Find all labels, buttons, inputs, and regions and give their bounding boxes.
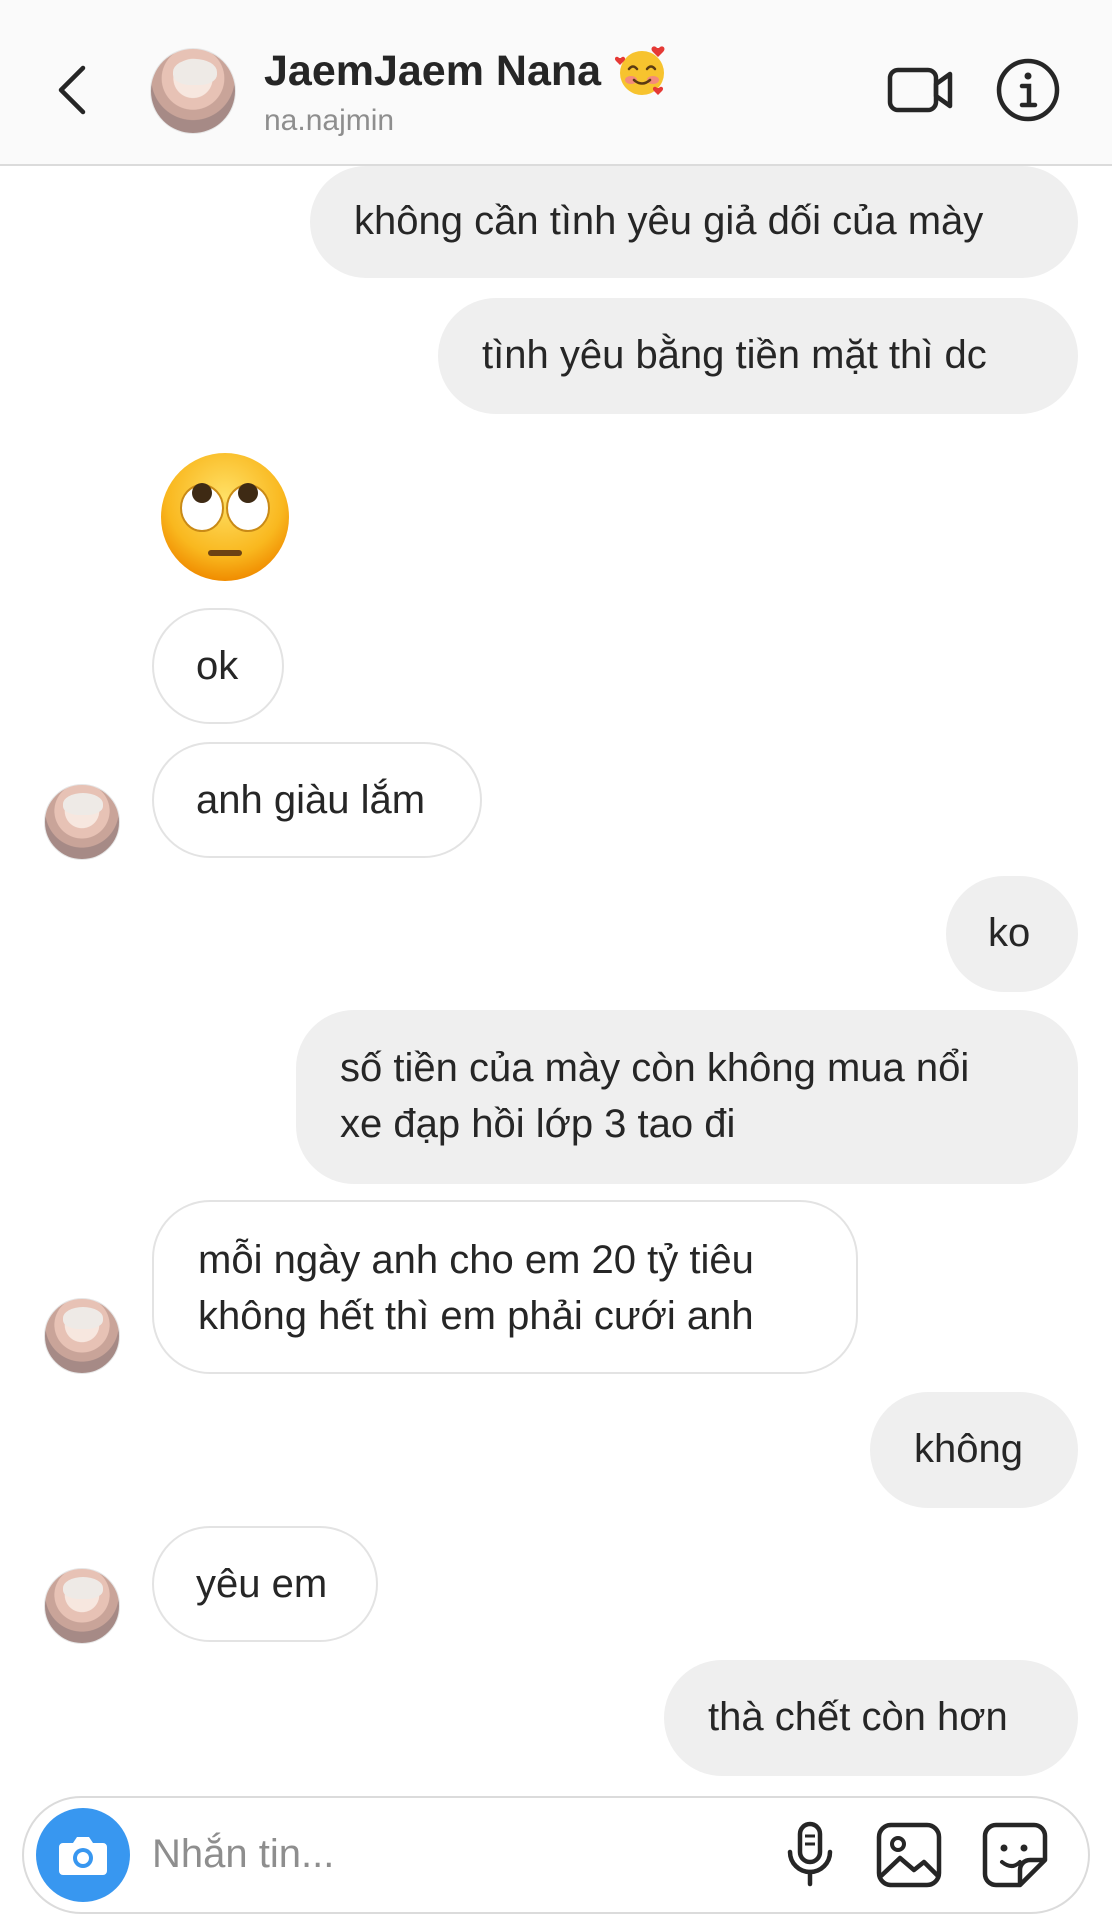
camera-icon — [59, 1837, 107, 1875]
message-bubble-incoming[interactable]: ok — [152, 608, 284, 724]
message-line: mỗi ngày anh cho em 20 tỷ tiêu — [198, 1238, 754, 1282]
message-bubble-outgoing[interactable]: không — [870, 1392, 1078, 1508]
sender-avatar[interactable] — [44, 784, 120, 860]
image-icon — [876, 1822, 942, 1888]
message-bubble-outgoing[interactable]: không cần tình yêu giả dối của mày — [310, 166, 1078, 278]
back-button[interactable] — [52, 60, 92, 120]
contact-name: JaemJaem Nana — [264, 46, 602, 95]
message-text: tình yêu bằng tiền mặt thì dc — [482, 333, 987, 377]
smiling-face-with-hearts-icon — [615, 46, 665, 95]
message-text: ok — [196, 644, 239, 688]
message-bubble-incoming[interactable]: anh giàu lắm — [152, 742, 482, 858]
chat-header: JaemJaem Nana na.najmin — [0, 0, 1112, 166]
camera-button[interactable] — [36, 1808, 130, 1902]
message-text: không cần tình yêu giả dối của mày — [354, 199, 984, 243]
avatar[interactable] — [150, 48, 236, 134]
message-bubble-incoming[interactable]: yêu em — [152, 1526, 378, 1642]
message-text: không — [914, 1427, 1023, 1471]
message-bubble-outgoing[interactable]: số tiền của mày còn không mua nổi xe đạp… — [296, 1010, 1078, 1184]
info-button[interactable] — [994, 56, 1062, 124]
message-text: thà chết còn hơn — [708, 1695, 1008, 1739]
message-line: số tiền của mày còn không mua nổi — [340, 1046, 970, 1090]
sticker-icon — [982, 1822, 1048, 1888]
message-bubble-outgoing[interactable]: thà chết còn hơn — [664, 1660, 1078, 1776]
contact-username: na.najmin — [264, 104, 395, 137]
gallery-button[interactable] — [874, 1820, 944, 1890]
message-composer: Nhắn tin... — [22, 1796, 1090, 1914]
video-camera-icon — [887, 67, 953, 113]
sender-avatar[interactable] — [44, 1568, 120, 1644]
message-input[interactable]: Nhắn tin... — [152, 1832, 334, 1877]
video-call-button[interactable] — [886, 60, 956, 120]
message-line: xe đạp hồi lớp 3 tao đi — [340, 1102, 736, 1146]
message-line: không hết thì em phải cưới anh — [198, 1294, 754, 1338]
message-text: yêu em — [196, 1562, 328, 1606]
message-bubble-incoming[interactable]: mỗi ngày anh cho em 20 tỷ tiêu không hết… — [152, 1200, 858, 1374]
message-text: anh giàu lắm — [196, 778, 426, 822]
sender-avatar[interactable] — [44, 1298, 120, 1374]
sticker-button[interactable] — [980, 1820, 1050, 1890]
message-bubble-outgoing[interactable]: tình yêu bằng tiền mặt thì dc — [438, 298, 1078, 414]
message-text: ko — [988, 911, 1031, 955]
voice-message-button[interactable] — [780, 1820, 840, 1890]
message-bubble-outgoing[interactable]: ko — [946, 876, 1078, 992]
info-icon — [996, 58, 1060, 122]
chat-title-row[interactable]: JaemJaem Nana — [264, 44, 669, 98]
rolling-eyes-emoji-icon[interactable] — [158, 450, 292, 584]
chevron-left-icon — [58, 65, 86, 115]
microphone-icon — [787, 1821, 833, 1887]
